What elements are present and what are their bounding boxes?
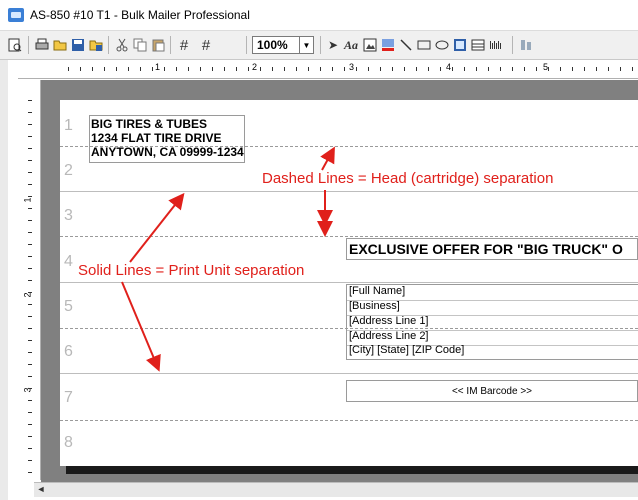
arrow-to-solid-bottom — [121, 281, 161, 372]
arrow-to-dashed-top — [320, 146, 335, 171]
horizontal-scrollbar[interactable] — [34, 482, 638, 497]
annotation-arrows — [121, 146, 335, 372]
scroll-left-arrow[interactable]: ◄ — [34, 482, 48, 496]
arrow-to-solid-top — [129, 192, 185, 263]
